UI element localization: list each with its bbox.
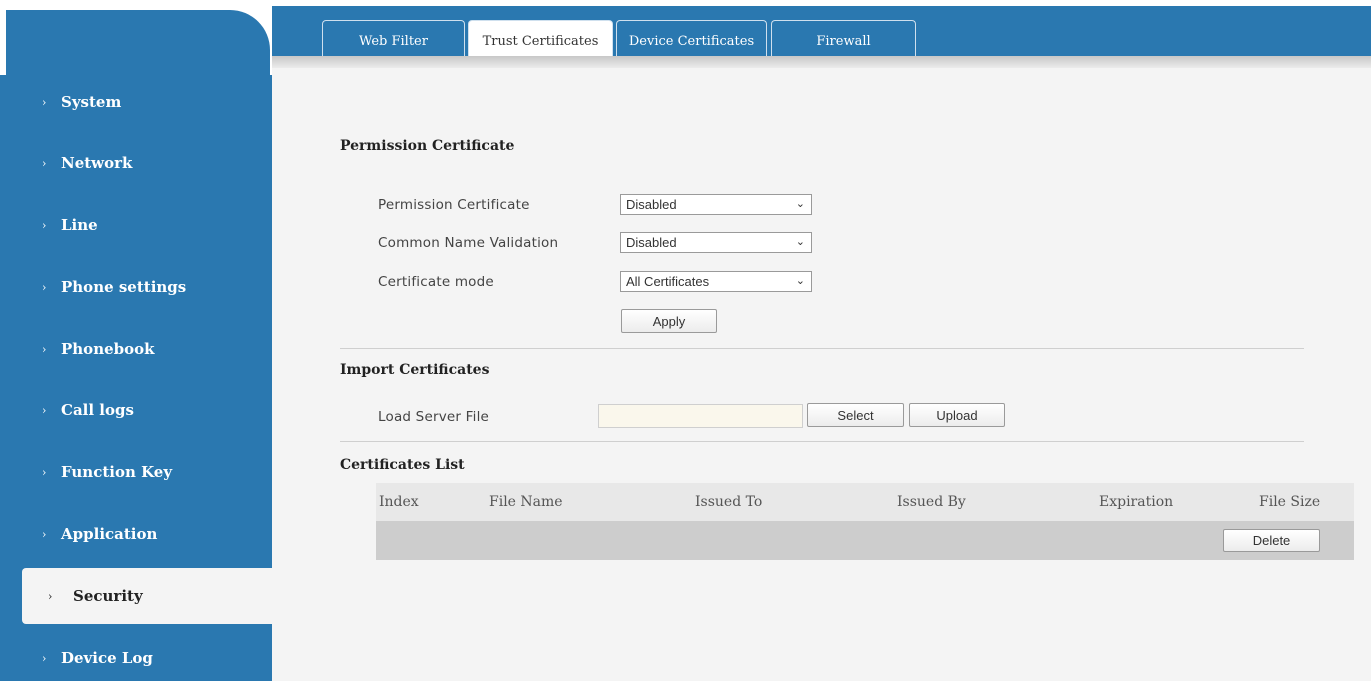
chevron-down-icon: ⌄ [795, 236, 805, 248]
sidebar-item-device-log[interactable]: › Device Log [0, 630, 272, 686]
sidebar-item-call-logs[interactable]: › Call logs [0, 382, 272, 438]
column-header-expiration: Expiration [1099, 494, 1174, 510]
tab-label: Firewall [816, 34, 871, 49]
chevron-right-icon: › [42, 651, 47, 665]
select-button[interactable]: Select [807, 403, 904, 427]
sidebar-item-label: Network [61, 154, 133, 172]
divider [340, 441, 1304, 442]
column-header-issued-to: Issued To [695, 494, 763, 510]
sidebar-item-phonebook[interactable]: › Phonebook [0, 321, 272, 377]
sidebar-header-panel [6, 10, 270, 80]
chevron-right-icon: › [42, 280, 47, 294]
certificate-mode-label: Certificate mode [378, 274, 494, 290]
sidebar: › System › Network › Line › Phone settin… [0, 0, 272, 681]
column-header-issued-by: Issued By [897, 494, 966, 510]
column-header-file-size: File Size [1259, 494, 1321, 510]
chevron-right-icon: › [42, 342, 47, 356]
import-certificates-title: Import Certificates [340, 362, 490, 378]
table-row: Delete [376, 521, 1354, 560]
sidebar-item-security[interactable]: › Security [22, 568, 272, 624]
chevron-down-icon: ⌄ [795, 275, 805, 287]
sidebar-item-system[interactable]: › System [0, 74, 272, 130]
main-content: Permission Certificate Permission Certif… [272, 68, 1371, 681]
sidebar-item-label: Phonebook [61, 340, 155, 358]
chevron-right-icon: › [42, 403, 47, 417]
chevron-right-icon: › [42, 218, 47, 232]
chevron-right-icon: › [48, 589, 53, 603]
sidebar-item-label: Phone settings [61, 278, 187, 296]
column-header-file-name: File Name [489, 494, 563, 510]
divider [340, 348, 1304, 349]
sidebar-item-label: Application [61, 525, 158, 543]
select-value: All Certificates [626, 274, 710, 289]
permission-certificate-title: Permission Certificate [340, 138, 515, 154]
sidebar-item-label: Line [61, 216, 98, 234]
sidebar-item-phone-settings[interactable]: › Phone settings [0, 259, 272, 315]
permission-certificate-label: Permission Certificate [378, 197, 530, 213]
sidebar-item-application[interactable]: › Application [0, 506, 272, 562]
upload-button[interactable]: Upload [909, 403, 1005, 427]
sidebar-header [0, 0, 280, 80]
chevron-right-icon: › [42, 156, 47, 170]
tab-label: Trust Certificates [482, 34, 599, 49]
load-server-file-label: Load Server File [378, 409, 490, 425]
chevron-down-icon: ⌄ [795, 198, 805, 210]
select-value: Disabled [626, 235, 677, 250]
permission-certificate-select[interactable]: Disabled ⌄ [620, 194, 812, 215]
sidebar-item-network[interactable]: › Network [0, 135, 272, 191]
table-header: Index File Name Issued To Issued By Expi… [376, 483, 1354, 521]
tab-label: Device Certificates [628, 34, 755, 49]
chevron-right-icon: › [42, 95, 47, 109]
server-file-input[interactable] [598, 404, 803, 428]
common-name-validation-select[interactable]: Disabled ⌄ [620, 232, 812, 253]
certificate-mode-select[interactable]: All Certificates ⌄ [620, 271, 812, 292]
sidebar-item-label: Call logs [61, 401, 134, 419]
common-name-validation-label: Common Name Validation [378, 235, 559, 251]
sidebar-item-label: Security [73, 587, 143, 605]
tab-bar: Web Filter Trust Certificates Device Cer… [272, 6, 1371, 62]
delete-button[interactable]: Delete [1223, 529, 1320, 552]
chevron-right-icon: › [42, 527, 47, 541]
select-value: Disabled [626, 197, 677, 212]
sidebar-item-label: Function Key [61, 463, 173, 481]
sidebar-item-label: Device Log [61, 649, 153, 667]
apply-button[interactable]: Apply [621, 309, 717, 333]
sidebar-item-function-key[interactable]: › Function Key [0, 444, 272, 500]
tab-bar-shadow [272, 56, 1371, 68]
sidebar-item-label: System [61, 93, 122, 111]
certificates-list-title: Certificates List [340, 457, 465, 473]
tab-label: Web Filter [359, 34, 428, 49]
column-header-index: Index [379, 494, 419, 510]
sidebar-item-line[interactable]: › Line [0, 197, 272, 253]
chevron-right-icon: › [42, 465, 47, 479]
